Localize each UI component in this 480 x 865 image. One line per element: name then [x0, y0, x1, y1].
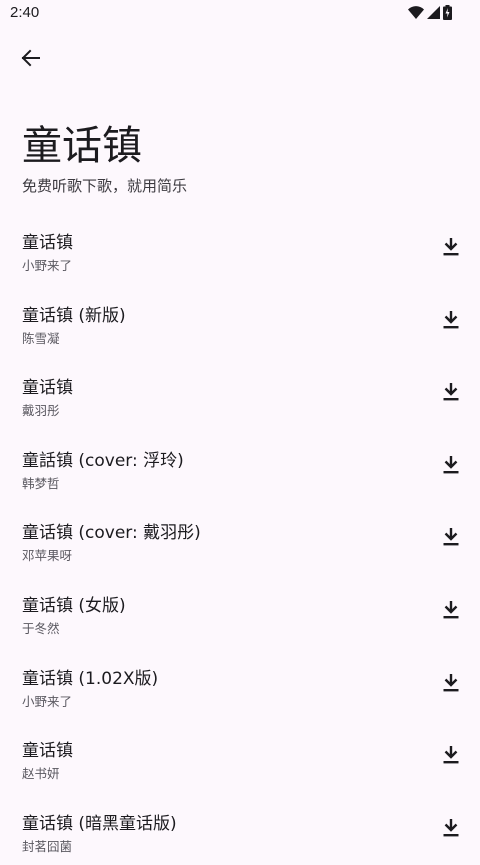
status-time: 2:40: [10, 4, 40, 21]
song-list-item[interactable]: 童话镇 (女版) 于冬然: [0, 575, 480, 648]
arrow-back-icon: [20, 48, 40, 72]
download-button[interactable]: [436, 379, 466, 409]
download-icon: [442, 673, 460, 697]
download-button[interactable]: [436, 597, 466, 627]
download-icon: [442, 600, 460, 624]
song-artist: 戴羽彤: [22, 403, 60, 419]
song-list-item[interactable]: 童話镇 (cover: 浮玲) 韩梦哲: [0, 430, 480, 503]
cell-signal-icon: [427, 5, 440, 24]
download-button[interactable]: [436, 742, 466, 772]
song-list-item[interactable]: 童话镇 (cover: 戴羽彤) 邓苹果呀: [0, 502, 480, 575]
song-title: 童话镇 (新版): [22, 305, 126, 326]
status-icons: [408, 5, 452, 24]
song-title: 童话镇 (女版): [22, 595, 126, 616]
song-artist: 陈雪凝: [22, 330, 60, 346]
back-button[interactable]: [12, 42, 48, 78]
song-artist: 小野来了: [22, 258, 73, 273]
song-list-item[interactable]: 童话镇 小野来了: [0, 212, 480, 285]
download-icon: [442, 745, 460, 769]
song-list-item[interactable]: 童话镇 (新版) 陈雪凝: [0, 285, 480, 358]
song-list-item[interactable]: 童话镇 戴羽彤: [0, 357, 480, 430]
battery-charging-icon: [443, 5, 452, 24]
wifi-icon: [408, 5, 424, 24]
song-title: 童話镇 (cover: 浮玲): [22, 450, 184, 471]
song-artist: 小野来了: [22, 693, 73, 709]
download-icon: [442, 237, 460, 261]
song-artist: 韩梦哲: [22, 475, 60, 491]
song-artist: 于冬然: [22, 620, 60, 636]
song-list-item[interactable]: 童话镇 赵书妍: [0, 720, 480, 793]
download-button[interactable]: [436, 234, 466, 264]
song-title: 童话镇 (暗黑童话版): [22, 813, 177, 834]
page-subtitle: 免费听歌下歌，就用简乐: [22, 177, 188, 195]
download-button[interactable]: [436, 670, 466, 700]
song-title: 童话镇: [22, 233, 73, 253]
song-list-item[interactable]: 童话镇 (暗黑童话版) 封茗囧菌: [0, 793, 480, 865]
song-list-item[interactable]: 童话镇 (1.02X版) 小野来了: [0, 648, 480, 721]
download-icon: [442, 527, 460, 551]
song-title: 童话镇: [22, 378, 73, 399]
download-icon: [442, 310, 460, 334]
download-button[interactable]: [436, 815, 466, 845]
song-artist: 封茗囧菌: [22, 838, 73, 854]
page-title: 童话镇: [22, 123, 142, 169]
song-title: 童话镇 (1.02X版): [22, 668, 159, 689]
download-button[interactable]: [436, 452, 466, 482]
song-artist: 赵书妍: [22, 766, 60, 782]
download-icon: [442, 818, 460, 842]
song-list: 童话镇 小野来了 童话镇 (新版) 陈雪凝 童话镇 戴羽彤 童話镇 (cover: 浮玲) 韩…: [0, 212, 480, 865]
download-button[interactable]: [436, 524, 466, 554]
download-icon: [442, 455, 460, 479]
download-icon: [442, 382, 460, 406]
song-title: 童话镇: [22, 741, 73, 762]
song-title: 童话镇 (cover: 戴羽彤): [22, 523, 201, 544]
status-bar: 2:40: [0, 0, 480, 28]
download-button[interactable]: [436, 307, 466, 337]
song-artist: 邓苹果呀: [22, 548, 73, 564]
